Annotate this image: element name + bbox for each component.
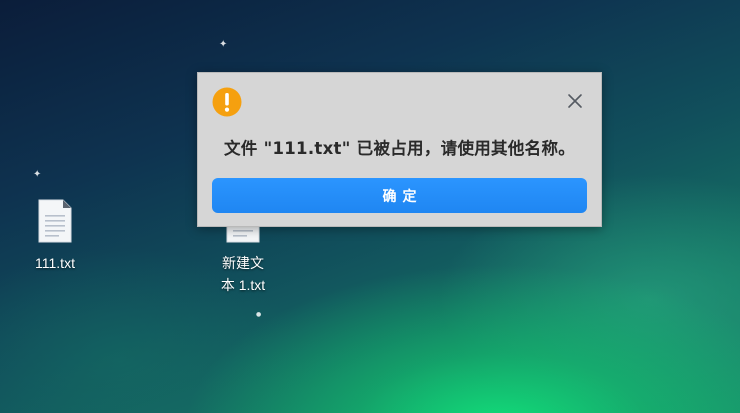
close-icon <box>568 94 582 108</box>
desktop-file-label: 新建文本 1.txt <box>220 255 266 293</box>
exclamation-icon <box>212 87 242 117</box>
ok-button[interactable]: 确定 <box>212 178 587 213</box>
star-decoration: ✦ <box>219 39 228 50</box>
desktop-file-111-txt[interactable]: 111.txt <box>20 198 90 274</box>
dialog-message: 文件 "111.txt" 已被占用，请使用其他名称。 <box>223 139 576 158</box>
star-decoration: ✦ <box>33 169 42 180</box>
star-decoration: ● <box>256 311 262 318</box>
file-in-use-dialog: 文件 "111.txt" 已被占用，请使用其他名称。 确定 <box>197 72 602 227</box>
text-file-icon <box>38 199 72 243</box>
desktop-file-label: 111.txt <box>35 255 75 271</box>
close-button[interactable] <box>567 93 583 109</box>
